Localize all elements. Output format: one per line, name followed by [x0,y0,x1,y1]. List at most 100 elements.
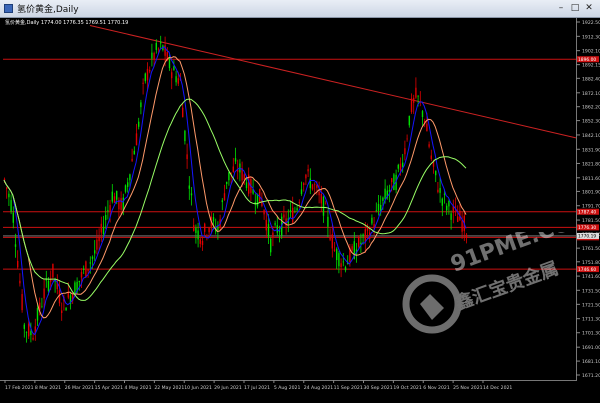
candle-body [58,290,61,304]
close-button[interactable]: ✕ [583,3,595,14]
candle-body [30,331,32,336]
maximize-button[interactable]: □ [569,3,581,14]
candle-body [32,337,34,340]
candle-body [399,163,402,171]
candle-body [338,253,340,267]
candle-body [303,183,305,185]
candle-body [89,262,91,264]
candle-body [283,214,285,218]
candle-body [131,158,133,161]
candle-body [391,178,393,183]
candle-body [177,78,179,84]
candle-body [245,182,248,189]
title-bar[interactable]: 氢价黄金,Daily – □ ✕ [0,0,600,18]
price-tick-label: 1671.20 [582,373,600,379]
candle-body [171,72,173,79]
candle-body [111,191,113,202]
candle-body [371,217,373,224]
candle-body [454,206,457,208]
candle-body [364,229,366,243]
candle-body [439,188,441,193]
candle-body [428,144,430,147]
candle-body [10,200,12,212]
candle-body [175,76,177,83]
minimize-button[interactable]: – [555,3,567,14]
candle-body [98,237,100,242]
price-tick-label: 1852.30 [582,119,600,125]
candle-body [52,263,54,278]
candle-body [265,219,267,231]
candle-body [296,208,298,211]
candle-body [168,57,171,69]
candle-body [342,261,344,263]
candle-body [318,191,320,196]
time-tick-label: 8 Mar 2021 [35,385,61,391]
candle-body [149,69,151,72]
candle-body [430,155,432,160]
candle-body [105,214,107,221]
candle-body [120,198,122,210]
candle-body [243,174,245,180]
candle-body [157,48,160,50]
candle-body [100,223,102,233]
candle-body [129,174,131,181]
candle-body [144,73,146,82]
candle-body [212,217,215,222]
candle-body [155,42,157,50]
candle-body [206,235,208,237]
time-tick-label: 25 Nov 2021 [453,385,482,391]
candle-body [135,133,138,146]
candle-body [127,182,129,187]
candle-body [406,138,408,140]
candle-body [276,225,278,233]
candle-body [294,210,296,212]
level-price-label: 1896.00 [578,57,596,63]
candle-body [109,205,111,212]
time-tick-label: 11 Sep 2021 [334,385,363,391]
candle-body [182,107,184,118]
price-tick-label: 1902.10 [582,49,600,55]
candle-body [373,224,375,228]
price-tick-label: 1892.15 [582,63,600,69]
candle-body [437,189,439,193]
candle-body [6,187,8,189]
candle-body [19,280,21,284]
candle-body [21,294,23,311]
candle-body [267,223,270,237]
candle-body [87,268,89,272]
candle-body [441,198,443,206]
candle-body [3,178,6,181]
candle-body [228,172,230,181]
candle-body [151,52,153,59]
candle-body [23,324,25,329]
candle-body [65,307,67,311]
candle-body [199,239,201,244]
candle-body [83,268,85,271]
candle-body [457,216,459,222]
candle-body [329,237,331,240]
candle-body [344,266,347,271]
candle-body [142,82,144,84]
time-tick-label: 26 Mar 2021 [65,385,94,391]
candle-body [234,158,237,162]
candle-body [358,237,360,247]
candle-body [223,193,226,201]
candle-body [417,95,419,97]
candle-body [25,332,28,333]
time-tick-label: 30 Sep 2021 [364,385,393,391]
candle-body [36,308,39,321]
candle-body [404,148,406,155]
price-tick-label: 1821.80 [582,161,600,167]
candle-body [12,212,14,223]
candle-body [309,178,311,189]
candle-body [197,230,199,240]
candle-body [226,181,228,184]
candle-body [232,166,234,172]
candle-body [289,209,292,212]
candle-body [402,162,404,168]
price-tick-label: 1872.10 [582,91,600,97]
level-price-label: 1776.30 [578,225,596,231]
price-tick-label: 1882.40 [582,76,600,82]
candle-body [91,256,94,259]
time-tick-label: 17 Feb 2021 [5,385,34,391]
